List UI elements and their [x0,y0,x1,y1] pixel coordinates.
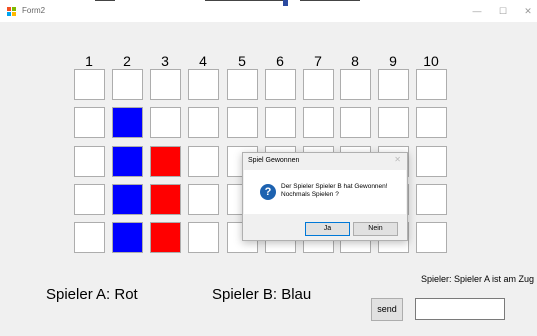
board-cell[interactable] [378,69,409,100]
board-cell[interactable] [74,184,105,215]
win-dialog: Spiel Gewonnen ✕ ? Der Spieler Spieler B… [242,152,408,241]
dialog-message-line1: Der Spieler Spieler B hat Gewonnen! [281,183,388,190]
board-cell[interactable] [188,222,219,253]
board-cell[interactable] [150,69,181,100]
board-cell[interactable] [416,222,447,253]
board-cell[interactable] [112,146,143,177]
column-number: 9 [389,53,397,69]
board-cell[interactable] [188,69,219,100]
player-b-label: Spieler B: Blau [212,286,312,303]
board-cell[interactable] [74,69,105,100]
title-bar: Form2 — ☐ ✕ [0,0,537,22]
board-cell[interactable] [150,222,181,253]
board-cell[interactable] [416,184,447,215]
column-number: 5 [238,53,246,69]
no-button[interactable]: Nein [353,222,398,236]
board-cell[interactable] [150,184,181,215]
close-button[interactable]: ✕ [520,4,536,18]
board-cell[interactable] [74,107,105,138]
column-number: 4 [199,53,207,69]
window-title: Form2 [22,6,46,15]
column-number: 6 [276,53,284,69]
top-edge-artifact [0,0,537,6]
board-cell[interactable] [227,69,258,100]
board-cell[interactable] [74,222,105,253]
minimize-button[interactable]: — [469,4,485,18]
column-number: 8 [351,53,359,69]
column-number: 3 [161,53,169,69]
dialog-message-line2: Nochmals Spielen ? [281,191,339,198]
board-cell[interactable] [112,222,143,253]
board-cell[interactable] [188,107,219,138]
send-button[interactable]: send [371,298,403,321]
board-cell[interactable] [303,107,334,138]
board-cell[interactable] [188,184,219,215]
board-cell[interactable] [303,69,334,100]
status-label: Spieler: Spieler A ist am Zug [421,274,535,284]
column-number: 2 [123,53,131,69]
board-cell[interactable] [340,107,371,138]
send-input[interactable] [415,298,505,320]
board-cell[interactable] [150,107,181,138]
board-cell[interactable] [416,107,447,138]
maximize-button[interactable]: ☐ [495,4,511,18]
board-cell[interactable] [265,69,296,100]
board-cell[interactable] [340,69,371,100]
column-number: 10 [423,53,439,69]
dialog-close-icon[interactable]: ✕ [394,155,401,164]
board-cell[interactable] [188,146,219,177]
board-cell[interactable] [416,69,447,100]
board-cell[interactable] [227,107,258,138]
board-cell[interactable] [112,107,143,138]
column-number: 7 [314,53,322,69]
question-icon: ? [260,184,276,200]
board-cell[interactable] [112,184,143,215]
board-cell[interactable] [378,107,409,138]
dialog-body: ? Der Spieler Spieler B hat Gewonnen! No… [244,170,406,214]
board-cell[interactable] [416,146,447,177]
board-cell[interactable] [150,146,181,177]
column-number: 1 [85,53,93,69]
yes-button[interactable]: Ja [305,222,350,236]
board-cell[interactable] [265,107,296,138]
player-a-label: Spieler A: Rot [46,286,138,303]
board-cell[interactable] [74,146,105,177]
app-icon [7,7,17,16]
dialog-title: Spiel Gewonnen [248,157,300,164]
dialog-message: Der Spieler Spieler B hat Gewonnen! Noch… [281,183,388,199]
board-cell[interactable] [112,69,143,100]
